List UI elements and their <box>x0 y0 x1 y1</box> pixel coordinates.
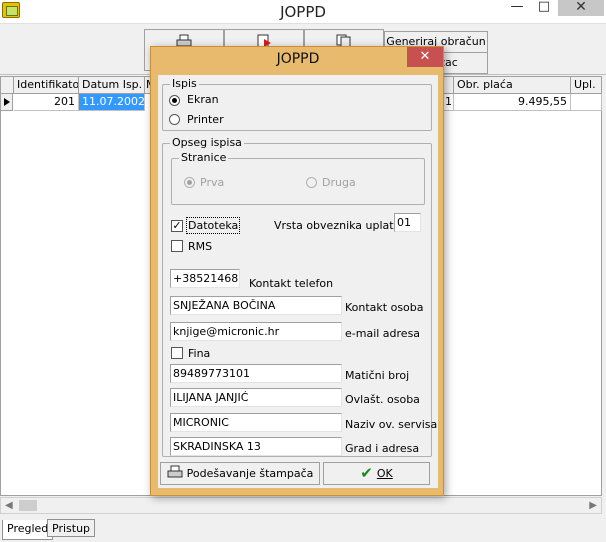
maximize-button[interactable]: □ <box>531 0 557 16</box>
vrsta-obveznika-label: Vrsta obveznika uplate : <box>274 219 408 232</box>
phone-input[interactable]: +385214680 <box>170 269 240 288</box>
column-header-upl[interactable]: Upl. <box>571 77 602 94</box>
cell-hidden-column[interactable]: 1 <box>444 94 454 111</box>
printer-icon <box>167 465 183 478</box>
opseg-ispisa-group: Opseg ispisa Stranice Prva Druga ✓ Datot… <box>162 136 437 457</box>
column-header-identifikator[interactable]: Identifikator <box>14 77 79 94</box>
printer-settings-text: Podešavanje štampača <box>186 467 314 480</box>
printer-radio[interactable] <box>169 114 180 125</box>
dialog-body: Ispis Ekran Printer Opseg ispisa Stranic… <box>158 75 438 488</box>
ispis-group: Ispis Ekran Printer <box>162 77 432 131</box>
stranice-legend: Stranice <box>179 151 229 164</box>
ovlastena-osoba-label: Ovlašt. osoba <box>345 393 420 406</box>
fina-checkbox[interactable] <box>171 347 183 359</box>
cell-identifikator[interactable]: 201 <box>14 94 79 111</box>
checkmark-icon: ✔ <box>360 464 373 482</box>
contact-person-label: Kontakt osoba <box>345 301 424 314</box>
row-header-corner <box>1 77 14 94</box>
address-input[interactable]: SKRADINSKA 13 <box>170 437 342 456</box>
ekran-text: Ekran <box>187 93 219 106</box>
tab-bar: Pregled Pristup <box>0 516 606 542</box>
service-name-input[interactable]: MICRONIC <box>170 413 342 432</box>
horizontal-scrollbar[interactable]: ◀ ▶ <box>0 497 602 514</box>
scroll-left-icon[interactable]: ◀ <box>5 500 13 511</box>
minimize-button[interactable]: — <box>504 0 530 16</box>
dialog-title: JOPPD <box>276 51 320 67</box>
stranice-group: Stranice Prva Druga <box>171 151 425 205</box>
joppd-dialog: JOPPD ✕ Ispis Ekran Printer Opseg ispisa… <box>150 46 444 496</box>
maticni-broj-label: Matični broj <box>345 369 410 382</box>
address-label: Grad i adresa <box>345 442 420 455</box>
ispis-legend: Ispis <box>170 77 199 90</box>
maticni-broj-input[interactable]: 89489773101 <box>170 364 342 383</box>
ekran-label[interactable]: Ekran <box>187 93 219 106</box>
column-header-datum[interactable]: Datum Isp. <box>79 77 145 94</box>
rms-label[interactable]: RMS <box>188 240 212 253</box>
printer-settings-button[interactable]: Podešavanje štampača <box>160 462 320 485</box>
dialog-close-button[interactable]: ✕ <box>407 47 443 67</box>
cell-obr-placa[interactable]: 9.495,55 <box>454 94 571 111</box>
opseg-legend: Opseg ispisa <box>170 136 244 149</box>
printer-label[interactable]: Printer <box>187 113 224 126</box>
close-button[interactable]: ✕ <box>558 0 604 16</box>
ekran-radio[interactable] <box>169 95 180 106</box>
column-header-hidden[interactable] <box>444 77 454 94</box>
datoteka-label[interactable]: Datoteka <box>185 217 241 234</box>
druga-label[interactable]: Druga <box>322 176 356 189</box>
phone-label: Kontakt telefon <box>249 277 334 290</box>
email-label: e-mail adresa <box>345 327 421 340</box>
contact-person-input[interactable]: SNJEŽANA BOČINA <box>170 296 342 315</box>
druga-radio[interactable] <box>306 177 317 188</box>
cell-datum-selected[interactable]: 11.07.2002 <box>79 94 145 111</box>
ok-button[interactable]: ✔ OK <box>323 462 430 485</box>
datoteka-checkbox[interactable]: ✓ <box>171 220 183 232</box>
main-titlebar: JOPPD — □ ✕ <box>0 0 606 24</box>
email-input[interactable]: knjige@micronic.hr <box>170 322 342 341</box>
tab-pristup[interactable]: Pristup <box>47 519 96 537</box>
ok-text: OK <box>376 467 393 480</box>
fina-label[interactable]: Fina <box>188 347 210 360</box>
scroll-right-icon[interactable]: ▶ <box>589 500 597 511</box>
ovlastena-osoba-input[interactable]: ILIJANA JANJIĆ <box>170 388 342 407</box>
cell-upl[interactable] <box>571 94 602 111</box>
vrsta-obveznika-input[interactable]: 01 <box>394 213 421 232</box>
column-header-obr-placa[interactable]: Obr. plaća <box>454 77 571 94</box>
prva-radio[interactable] <box>184 177 195 188</box>
prva-label[interactable]: Prva <box>200 176 224 189</box>
rms-checkbox[interactable] <box>171 240 183 252</box>
scroll-thumb[interactable] <box>19 500 37 511</box>
current-row-indicator <box>1 94 13 111</box>
tab-pregled[interactable]: Pregled <box>2 520 54 540</box>
service-name-label: Naziv ov. servisa <box>345 418 438 431</box>
